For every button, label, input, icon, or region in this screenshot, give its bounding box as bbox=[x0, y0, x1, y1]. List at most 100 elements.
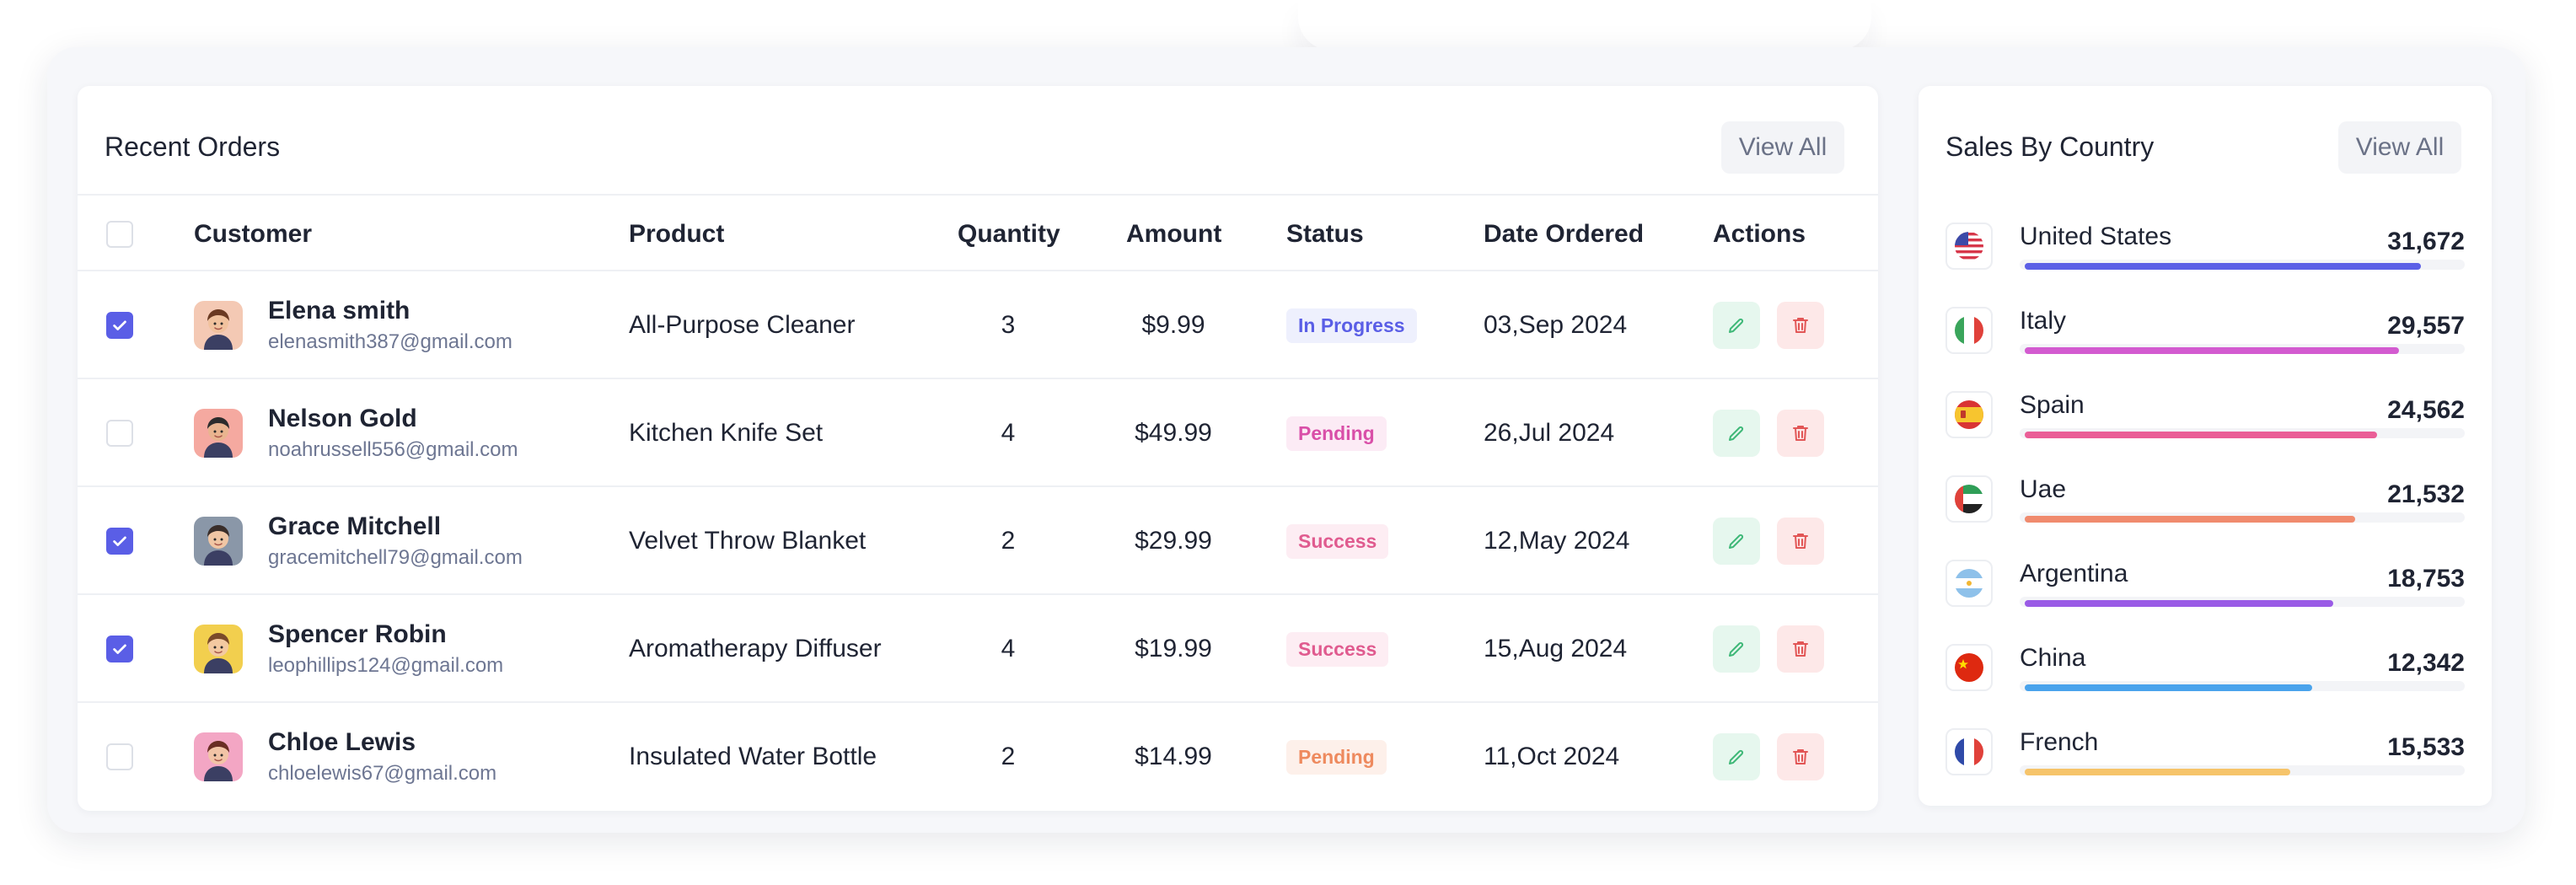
pencil-icon bbox=[1726, 315, 1747, 335]
status-cell: In Progress bbox=[1286, 271, 1417, 379]
sales-by-country-title: Sales By Country bbox=[1945, 131, 2155, 162]
customer-cell: Chloe Lewis chloelewis67@gmail.com bbox=[194, 703, 496, 811]
delete-button[interactable] bbox=[1777, 518, 1824, 565]
customer-email: chloelewis67@gmail.com bbox=[268, 762, 497, 785]
date-cell: 12,May 2024 bbox=[1484, 527, 1630, 555]
country-value: 18,753 bbox=[2387, 565, 2465, 593]
china-flag-icon bbox=[1945, 644, 1993, 691]
status-cell: Success bbox=[1286, 487, 1389, 595]
country-progress-track bbox=[2020, 428, 2465, 438]
select-all-checkbox[interactable] bbox=[106, 221, 133, 248]
country-progress-track bbox=[2020, 344, 2465, 354]
col-quantity[interactable]: Quantity bbox=[958, 196, 1060, 273]
avatar bbox=[194, 625, 243, 673]
table-row: Nelson Gold noahrussell556@gmail.com Kitch… bbox=[78, 379, 1878, 487]
country-name: Argentina bbox=[2020, 560, 2128, 587]
status-badge: Success bbox=[1286, 631, 1389, 667]
country-value: 29,557 bbox=[2387, 312, 2465, 340]
row-checkbox[interactable] bbox=[106, 312, 133, 339]
country-value: 21,532 bbox=[2387, 480, 2465, 508]
country-name: United States bbox=[2020, 223, 2172, 250]
col-amount[interactable]: Amount bbox=[1126, 196, 1221, 273]
actions-cell bbox=[1713, 595, 1824, 703]
amount-cell: $49.99 bbox=[1135, 419, 1212, 447]
row-checkbox[interactable] bbox=[106, 528, 133, 555]
country-row: United States 31,672 bbox=[1945, 221, 2465, 305]
spain-flag-icon bbox=[1945, 391, 1993, 438]
amount-cell: $9.99 bbox=[1141, 311, 1205, 339]
edit-button[interactable] bbox=[1713, 733, 1760, 780]
edit-button[interactable] bbox=[1713, 302, 1760, 349]
customer-email: gracemitchell79@gmail.com bbox=[268, 546, 523, 569]
edit-button[interactable] bbox=[1713, 410, 1760, 457]
country-progress-track bbox=[2020, 681, 2465, 691]
product-cell: Kitchen Knife Set bbox=[629, 419, 824, 447]
country-name: Italy bbox=[2020, 307, 2067, 335]
actions-cell bbox=[1713, 271, 1824, 379]
actions-cell bbox=[1713, 703, 1824, 811]
quantity-cell: 4 bbox=[1001, 419, 1016, 447]
row-checkbox[interactable] bbox=[106, 420, 133, 447]
col-actions: Actions bbox=[1713, 220, 1806, 248]
row-checkbox-cell[interactable] bbox=[106, 271, 133, 379]
col-status[interactable]: Status bbox=[1286, 196, 1364, 273]
country-progress-fill bbox=[2025, 347, 2399, 354]
trash-icon bbox=[1790, 747, 1811, 767]
country-progress-fill bbox=[2025, 600, 2333, 607]
product-cell: Insulated Water Bottle bbox=[629, 743, 877, 770]
country-name: French bbox=[2020, 728, 2099, 756]
table-row: Chloe Lewis chloelewis67@gmail.com Insulat… bbox=[78, 703, 1878, 811]
country-progress-fill bbox=[2025, 432, 2377, 438]
country-progress-fill bbox=[2025, 516, 2355, 523]
row-checkbox-cell[interactable] bbox=[106, 703, 133, 811]
orders-view-all-button[interactable]: View All bbox=[1721, 121, 1844, 174]
delete-button[interactable] bbox=[1777, 625, 1824, 673]
trash-icon bbox=[1790, 423, 1811, 443]
country-name: Uae bbox=[2020, 475, 2067, 503]
row-checkbox[interactable] bbox=[106, 636, 133, 662]
col-customer[interactable]: Customer bbox=[194, 196, 312, 273]
trash-icon bbox=[1790, 639, 1811, 659]
actions-cell bbox=[1713, 379, 1824, 487]
row-checkbox-cell[interactable] bbox=[106, 595, 133, 703]
country-name: China bbox=[2020, 644, 2086, 672]
country-row: Spain 24,562 bbox=[1945, 389, 2465, 474]
delete-button[interactable] bbox=[1777, 410, 1824, 457]
country-progress-track bbox=[2020, 512, 2465, 523]
date-cell: 03,Sep 2024 bbox=[1484, 311, 1628, 339]
row-checkbox-cell[interactable] bbox=[106, 379, 133, 487]
edit-button[interactable] bbox=[1713, 518, 1760, 565]
orders-table: Customer Product Quantity Amount Status … bbox=[78, 194, 1878, 811]
product-cell: Velvet Throw Blanket bbox=[629, 527, 867, 555]
country-row: Uae 21,532 bbox=[1945, 474, 2465, 558]
delete-button[interactable] bbox=[1777, 733, 1824, 780]
avatar bbox=[194, 732, 243, 781]
row-checkbox-cell[interactable] bbox=[106, 487, 133, 595]
status-badge: Pending bbox=[1286, 416, 1387, 451]
pencil-icon bbox=[1726, 639, 1747, 659]
status-badge: Pending bbox=[1286, 739, 1387, 775]
select-all-checkbox-cell[interactable] bbox=[106, 196, 133, 273]
edit-button[interactable] bbox=[1713, 625, 1760, 673]
amount-cell: $14.99 bbox=[1135, 743, 1212, 770]
amount-cell: $29.99 bbox=[1135, 527, 1212, 555]
country-progress-track bbox=[2020, 765, 2465, 775]
customer-cell: Grace Mitchell gracemitchell79@gmail.com bbox=[194, 487, 523, 595]
customer-name: Chloe Lewis bbox=[268, 728, 416, 756]
row-checkbox[interactable] bbox=[106, 743, 133, 770]
delete-button[interactable] bbox=[1777, 302, 1824, 349]
product-cell: Aromatherapy Diffuser bbox=[629, 635, 882, 662]
us-flag-icon bbox=[1945, 223, 1993, 270]
customer-cell: Elena smith elenasmith387@gmail.com bbox=[194, 271, 513, 379]
country-row: Italy 29,557 bbox=[1945, 305, 2465, 389]
country-progress-track bbox=[2020, 597, 2465, 607]
recent-orders-card: Recent Orders View All Customer Product … bbox=[78, 86, 1878, 811]
quantity-cell: 3 bbox=[1001, 311, 1016, 339]
country-name: Spain bbox=[2020, 391, 2085, 419]
countries-view-all-button[interactable]: View All bbox=[2338, 121, 2461, 174]
col-product[interactable]: Product bbox=[629, 196, 724, 273]
status-badge: In Progress bbox=[1286, 308, 1417, 343]
col-date-ordered[interactable]: Date Ordered bbox=[1484, 196, 1644, 273]
country-progress-fill bbox=[2025, 769, 2290, 775]
country-value: 24,562 bbox=[2387, 396, 2465, 424]
